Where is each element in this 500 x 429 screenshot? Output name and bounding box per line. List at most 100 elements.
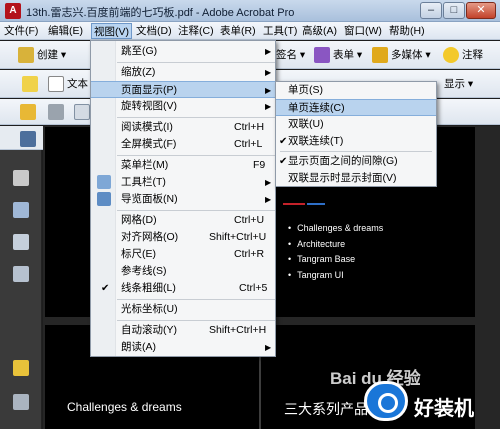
- submenu-arrow-icon: ▶: [265, 178, 272, 187]
- menu-file[interactable]: 文件(F): [2, 23, 40, 39]
- multimedia-icon: [372, 47, 388, 64]
- menu-item-rotate-view[interactable]: 旋转视图(V) ▶: [91, 98, 275, 115]
- checkmark-icon: ✔: [101, 283, 110, 294]
- view-menu: 跳至(G) ▶ 缩放(Z) ▶ 页面显示(P) ▶ 旋转视图(V) ▶ 阅读模式…: [90, 40, 276, 357]
- brand-logo-icon: [364, 381, 408, 421]
- acrobat-app-icon[interactable]: A: [5, 3, 21, 19]
- menu-bar: 文件(F) 编辑(E) 视图(V) 文档(D) 注释(C) 表单(R) 工具(T…: [0, 22, 500, 40]
- menu-item-cursor-coordinates[interactable]: 光标坐标(U): [91, 301, 275, 318]
- attachments-icon[interactable]: [13, 394, 29, 410]
- red-accent-line: [283, 203, 305, 205]
- menu-item-full-screen[interactable]: 全屏模式(F) Ctrl+L: [91, 136, 275, 153]
- open-button[interactable]: [20, 102, 39, 122]
- title-bar: A 13th.雷志兴.百度前端的七巧板.pdf - Adobe Acrobat …: [0, 0, 500, 22]
- menu-forms[interactable]: 表单(R): [218, 23, 258, 39]
- menu-comment[interactable]: 注释(C): [176, 23, 216, 39]
- submenu-arrow-icon: ▶: [265, 102, 272, 111]
- menu-item-navigation-panels[interactable]: 导览面板(N) ▶: [91, 191, 275, 208]
- menu-separator: [117, 320, 275, 321]
- menu-help[interactable]: 帮助(H): [387, 23, 427, 39]
- menu-item-page-display[interactable]: 页面显示(P) ▶: [91, 81, 275, 98]
- menu-item-reading-mode[interactable]: 阅读模式(I) Ctrl+H: [91, 119, 275, 136]
- forms-icon: [314, 47, 330, 64]
- sticky-note-icon: [22, 76, 38, 93]
- agenda-item: Tangram UI: [288, 268, 383, 284]
- menu-item-grid[interactable]: 网格(D) Ctrl+U: [91, 212, 275, 229]
- menu-advanced[interactable]: 高级(A): [300, 23, 339, 39]
- submenu-item-show-gaps[interactable]: ✔ 显示页面之间的间隙(G): [276, 153, 436, 170]
- email-icon: [74, 104, 90, 121]
- display-button[interactable]: 显示 ▾: [444, 74, 473, 94]
- menu-item-rulers[interactable]: 标尺(E) Ctrl+R: [91, 246, 275, 263]
- menu-window[interactable]: 窗口(W): [342, 23, 384, 39]
- menu-item-auto-scroll[interactable]: 自动滚动(Y) Shift+Ctrl+H: [91, 322, 275, 339]
- submenu-item-single-page-continuous[interactable]: 单页连续(C): [276, 99, 436, 116]
- print-icon: [48, 104, 64, 121]
- menu-separator: [280, 151, 432, 152]
- bookmarks-icon[interactable]: [13, 202, 29, 218]
- menu-separator: [117, 155, 275, 156]
- agenda-item: Architecture: [288, 237, 383, 253]
- window-title: 13th.雷志兴.百度前端的七巧板.pdf - Adobe Acrobat Pr…: [26, 7, 295, 19]
- menu-item-toolbars[interactable]: 工具栏(T) ▶: [91, 174, 275, 191]
- menu-item-goto[interactable]: 跳至(G) ▶: [91, 43, 275, 60]
- menu-document[interactable]: 文档(D): [134, 23, 174, 39]
- forms-button[interactable]: 表单 ▾: [314, 45, 362, 65]
- sticky-note-button[interactable]: [22, 74, 41, 94]
- print-button[interactable]: [48, 102, 67, 122]
- comment-button[interactable]: 注释: [443, 45, 483, 65]
- menu-edit[interactable]: 编辑(E): [46, 23, 85, 39]
- close-button[interactable]: ✕: [466, 2, 496, 19]
- submenu-arrow-icon: ▶: [265, 68, 272, 77]
- text-tool-button[interactable]: 文本: [48, 74, 88, 94]
- agenda-item: Challenges & dreams: [288, 221, 383, 237]
- save-button[interactable]: [20, 129, 39, 149]
- submenu-item-single-page[interactable]: 单页(S): [276, 82, 436, 99]
- layers-icon[interactable]: [13, 234, 29, 250]
- menu-item-guides[interactable]: 参考线(S): [91, 263, 275, 280]
- menu-item-line-weights[interactable]: ✔ 线条粗细(L) Ctrl+5: [91, 280, 275, 297]
- menu-item-read-out-loud[interactable]: 朗读(A) ▶: [91, 339, 275, 356]
- save-icon: [20, 131, 36, 148]
- create-icon: [18, 47, 34, 64]
- toolbar-icon: [97, 175, 111, 189]
- menu-separator: [117, 117, 275, 118]
- comment-icon: [443, 47, 459, 64]
- navigation-panel: [0, 150, 42, 429]
- submenu-arrow-icon: ▶: [265, 195, 272, 204]
- folder-icon: [20, 104, 36, 121]
- signatures-icon[interactable]: [13, 266, 29, 282]
- pages-icon[interactable]: [13, 170, 29, 186]
- page2-left-title: Challenges & dreams: [67, 400, 182, 414]
- brand-watermark: 好装机: [414, 398, 474, 420]
- page-display-submenu: 单页(S) 单页连续(C) 双联(U) ✔ 双联连续(T) ✔ 显示页面之间的间…: [275, 81, 437, 187]
- menu-tools[interactable]: 工具(T): [261, 23, 299, 39]
- menu-item-menu-bar[interactable]: 菜单栏(M) F9: [91, 157, 275, 174]
- menu-separator: [117, 62, 275, 63]
- comments-icon[interactable]: [13, 360, 29, 376]
- checkmark-icon: ✔: [279, 136, 288, 147]
- submenu-arrow-icon: ▶: [265, 47, 272, 56]
- minimize-button[interactable]: –: [420, 2, 442, 19]
- submenu-item-two-up-continuous[interactable]: ✔ 双联连续(T): [276, 133, 436, 150]
- sign-button[interactable]: 签名 ▾: [276, 45, 305, 65]
- maximize-button[interactable]: □: [443, 2, 465, 19]
- create-button[interactable]: 创建 ▾: [18, 45, 66, 65]
- menu-view[interactable]: 视图(V): [91, 23, 132, 39]
- text-tool-icon: [48, 76, 64, 93]
- multimedia-button[interactable]: 多媒体 ▾: [372, 45, 431, 65]
- submenu-arrow-icon: ▶: [265, 343, 272, 352]
- agenda-item: Tangram Base: [288, 252, 383, 268]
- menu-separator: [117, 299, 275, 300]
- menu-item-zoom[interactable]: 缩放(Z) ▶: [91, 64, 275, 81]
- navigation-panel-icon: [97, 192, 111, 206]
- page2-right-title: 三大系列产品: [284, 401, 368, 417]
- submenu-arrow-icon: ▶: [265, 86, 272, 95]
- menu-separator: [117, 210, 275, 211]
- submenu-item-show-cover-page[interactable]: 双联显示时显示封面(V): [276, 170, 436, 187]
- agenda-list: Challenges & dreams Architecture Tangram…: [288, 221, 383, 283]
- menu-item-snap-to-grid[interactable]: 对齐网格(O) Shift+Ctrl+U: [91, 229, 275, 246]
- submenu-item-two-up[interactable]: 双联(U): [276, 116, 436, 133]
- blue-accent-line: [307, 203, 325, 205]
- checkmark-icon: ✔: [279, 156, 288, 167]
